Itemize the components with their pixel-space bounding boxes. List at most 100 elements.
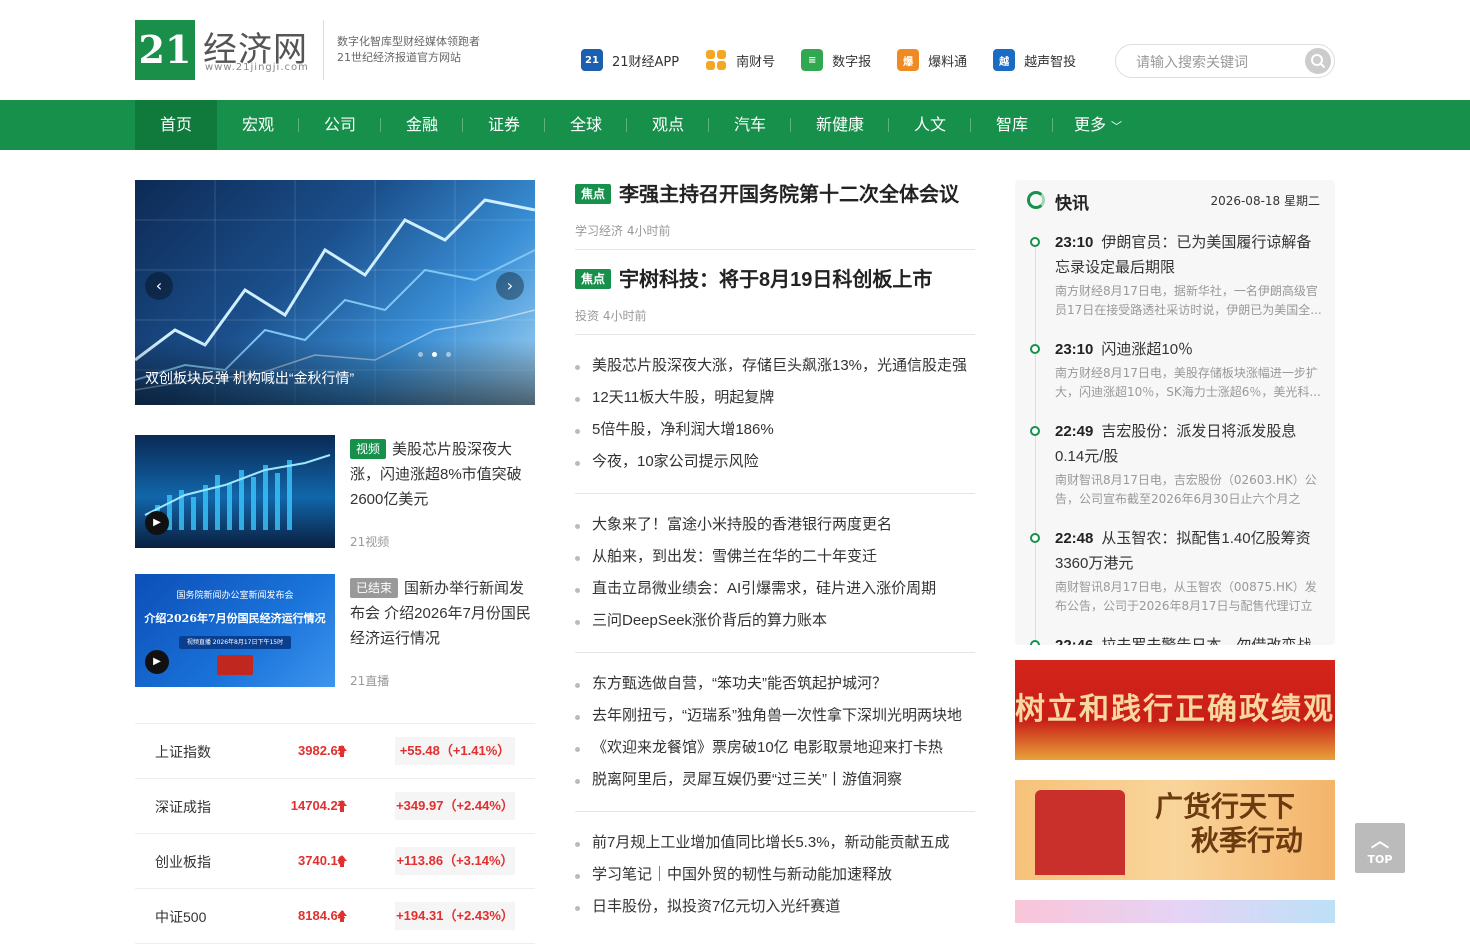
flash-item-title[interactable]: 伊朗官员：已为美国履行谅解备忘录设定最后期限 bbox=[1055, 234, 1311, 276]
nav-item-health[interactable]: 新健康 bbox=[791, 100, 889, 150]
nav-item-culture[interactable]: 人文 bbox=[889, 100, 971, 150]
flash-item[interactable]: 22:48 从玉智农：拟配售1.40亿股筹资3360万港元 南财智讯8月17日电，… bbox=[1015, 526, 1335, 641]
focus-tag: 焦点 bbox=[575, 269, 612, 289]
flash-item-title[interactable]: 闪迪涨超10％ bbox=[1101, 341, 1193, 358]
flash-title[interactable]: 快讯 bbox=[1055, 189, 1089, 214]
live-thumbnail[interactable]: 国务院新闻办公室新闻发布会 介绍2026年7月份国民经济运行情况 视频直播 20… bbox=[135, 574, 335, 687]
timeline-line bbox=[1035, 540, 1036, 641]
nav-item-global[interactable]: 全球 bbox=[545, 100, 627, 150]
nav-item-auto[interactable]: 汽车 bbox=[709, 100, 791, 150]
headline-2[interactable]: 焦点 宇树科技：将于8月19日科创板上市 投资 4小时前 bbox=[575, 265, 975, 324]
headline-title[interactable]: 宇树科技：将于8月19日科创板上市 bbox=[619, 269, 932, 291]
quicklink-21app[interactable]: 21 21财经APP bbox=[581, 49, 679, 71]
search-button[interactable] bbox=[1305, 48, 1331, 74]
hero-carousel[interactable]: ‹ › 双创板块反弹 机构喊出“金秋行情” bbox=[135, 180, 535, 405]
carousel-caption[interactable]: 双创板块反弹 机构喊出“金秋行情” bbox=[145, 368, 354, 388]
video-thumbnail[interactable]: ▶ bbox=[135, 435, 335, 548]
top-label: TOP bbox=[1367, 853, 1393, 866]
nav-item-securities[interactable]: 证券 bbox=[463, 100, 545, 150]
banner-guanghuo[interactable]: 广货行天下 秋季行动 bbox=[1015, 780, 1335, 880]
media-title[interactable]: 已结束 国新办举行新闻发布会 介绍2026年7月份国民经济运行情况 bbox=[350, 576, 535, 651]
nav-label: 观点 bbox=[651, 115, 684, 134]
index-row[interactable]: 中证500 8184.64 +194.31（+2.43%） bbox=[135, 889, 535, 944]
banner-third[interactable] bbox=[1015, 900, 1335, 923]
news-item[interactable]: 《欢迎来龙餐馆》票房破10亿 电影取景地迎来打卡热 bbox=[575, 732, 975, 764]
carousel-dot[interactable] bbox=[432, 352, 437, 357]
market-index-table: 上证指数 3982.65 +55.48（+1.41%） 深证成指 14704.2… bbox=[135, 723, 535, 944]
news-item[interactable]: 5倍牛股，净利润大增186% bbox=[575, 414, 975, 446]
quicklink-nancaihao[interactable]: 南财号 bbox=[705, 49, 775, 71]
flash-item-title[interactable]: 拉夫罗夫警告日本，勿借改变战后秩序 bbox=[1055, 637, 1311, 645]
index-value: 3740.16 bbox=[298, 853, 345, 868]
headline-1[interactable]: 焦点 李强主持召开国务院第十二次全体会议 学习经济 4小时前 bbox=[575, 180, 975, 239]
nav-label: 更多 bbox=[1073, 115, 1106, 134]
timeline-dot bbox=[1030, 533, 1040, 543]
flash-time: 22:49 bbox=[1055, 423, 1094, 440]
quicklink-baoliao[interactable]: 爆 爆料通 bbox=[897, 49, 967, 71]
news-item[interactable]: 学习笔记｜中国外贸的韧性与新动能加速释放 bbox=[575, 859, 975, 891]
news-item[interactable]: 美股芯片股深夜大涨，存储巨头飙涨13%，光通信股走强 bbox=[575, 350, 975, 382]
flash-item[interactable]: 23:10 闪迪涨超10％ 南方财经8月17日电，美股存储板块涨幅进一步扩大，闪迪… bbox=[1015, 337, 1335, 427]
index-change: +194.31（+2.43%） bbox=[395, 902, 515, 930]
news-item[interactable]: 前7月规上工业增加值同比增长5.3%，新动能贡献五成 bbox=[575, 827, 975, 859]
flash-item[interactable]: 22:46拉夫罗夫警告日本，勿借改变战后秩序 bbox=[1015, 633, 1335, 645]
nav-item-thinktank[interactable]: 智库 bbox=[971, 100, 1053, 150]
flash-item[interactable]: 22:49 吉宏股份：派发日将派发股息0.14元/股 南财智讯8月17日电，吉宏股… bbox=[1015, 419, 1335, 534]
news-item[interactable]: 直击立昂微业绩会：AI引爆需求，硅片进入涨价周期 bbox=[575, 573, 975, 605]
focus-tag: 焦点 bbox=[575, 184, 612, 204]
news-item[interactable]: 日丰股份，拟投资7亿元切入光纤赛道 bbox=[575, 891, 975, 923]
media-source: 21视频 bbox=[350, 535, 390, 549]
carousel-dot[interactable] bbox=[418, 352, 423, 357]
timeline-dot bbox=[1030, 640, 1040, 645]
up-arrow-icon bbox=[337, 745, 347, 757]
nav-item-opinion[interactable]: 观点 bbox=[627, 100, 709, 150]
21-app-icon: 21 bbox=[581, 49, 603, 71]
quicklink-label: 爆料通 bbox=[928, 54, 968, 70]
carousel-dot[interactable] bbox=[446, 352, 451, 357]
back-to-top-button[interactable]: ︿ TOP bbox=[1355, 823, 1405, 873]
flash-item[interactable]: 23:10 伊朗官员：已为美国履行谅解备忘录设定最后期限 南方财经8月17日电，据… bbox=[1015, 230, 1335, 345]
nav-item-company[interactable]: 公司 bbox=[299, 100, 381, 150]
nav-item-macro[interactable]: 宏观 bbox=[217, 100, 299, 150]
index-row[interactable]: 创业板指 3740.16 +113.86（+3.14%） bbox=[135, 834, 535, 889]
ended-tag: 已结束 bbox=[350, 578, 399, 598]
news-item[interactable]: 东方甄选做自营，“笨功夫”能否筑起护城河？ bbox=[575, 668, 975, 700]
nav-item-home[interactable]: 首页 bbox=[135, 100, 217, 150]
nav-item-more[interactable]: 更多 ﹀ bbox=[1053, 100, 1143, 150]
flash-list: 23:10 伊朗官员：已为美国履行谅解备忘录设定最后期限 南方财经8月17日电，据… bbox=[1015, 230, 1335, 645]
media-title[interactable]: 视频 美股芯片股深夜大涨，闪迪涨超8%市值突破2600亿美元 bbox=[350, 437, 535, 512]
quicklink-label: 数字报 bbox=[832, 54, 872, 70]
divider bbox=[575, 249, 975, 250]
flash-item-title[interactable]: 从玉智农：拟配售1.40亿股筹资3360万港元 bbox=[1055, 530, 1311, 572]
headline-title[interactable]: 李强主持召开国务院第十二次全体会议 bbox=[619, 184, 959, 206]
banner-political[interactable]: 树立和践行正确政绩观 bbox=[1015, 660, 1335, 760]
flash-time: 23:10 bbox=[1055, 341, 1094, 358]
search-input[interactable] bbox=[1136, 52, 1296, 72]
banner-line-2: 秋季行动 bbox=[1191, 824, 1304, 857]
nav-label: 证券 bbox=[487, 115, 520, 134]
news-list-1: 美股芯片股深夜大涨，存储巨头飙涨13%，光通信股走强 12天11板大牛股，明起复… bbox=[575, 350, 975, 478]
news-item[interactable]: 今夜，10家公司提示风险 bbox=[575, 446, 975, 478]
quicklink-yuesheng[interactable]: 越 越声智投 bbox=[993, 49, 1076, 71]
news-item[interactable]: 大象来了！富途小米持股的香港银行两度更名 bbox=[575, 509, 975, 541]
media-item-video[interactable]: ▶ 视频 美股芯片股深夜大涨，闪迪涨超8%市值突破2600亿美元 21视频 bbox=[135, 435, 535, 549]
slogan-line-1: 数字化智库型财经媒体领跑者 bbox=[337, 35, 480, 48]
flash-date: 2026-08-18 星期二 bbox=[1210, 194, 1320, 208]
index-row[interactable]: 上证指数 3982.65 +55.48（+1.41%） bbox=[135, 724, 535, 779]
logo-divider bbox=[323, 20, 324, 80]
index-row[interactable]: 深证成指 14704.27 +349.97（+2.44%） bbox=[135, 779, 535, 834]
quicklink-digital-paper[interactable]: ≡ 数字报 bbox=[801, 49, 871, 71]
news-item[interactable]: 12天11板大牛股，明起复牌 bbox=[575, 382, 975, 414]
news-item[interactable]: 去年刚扭亏，“迈瑞系”独角兽一次性拿下深圳光明两块地 bbox=[575, 700, 975, 732]
thumb-line-1: 国务院新闻办公室新闻发布会 bbox=[176, 591, 294, 601]
headline-meta: 学习经济 4小时前 bbox=[575, 224, 671, 238]
news-item[interactable]: 从舶来，到出发：雪佛兰在华的二十年变迁 bbox=[575, 541, 975, 573]
news-item[interactable]: 脱离阿里后，灵犀互娱仍要“过三关”丨游值洞察 bbox=[575, 764, 975, 796]
flash-header: 快讯 2026-08-18 星期二 bbox=[1015, 180, 1335, 220]
nav-item-finance[interactable]: 金融 bbox=[381, 100, 463, 150]
carousel-prev-button[interactable]: ‹ bbox=[145, 272, 173, 300]
site-logo[interactable]: 21 经济网 www.21jingji.com bbox=[135, 20, 310, 80]
media-item-live[interactable]: 国务院新闻办公室新闻发布会 介绍2026年7月份国民经济运行情况 视频直播 20… bbox=[135, 574, 535, 688]
news-item[interactable]: 三问DeepSeek涨价背后的算力账本 bbox=[575, 605, 975, 637]
carousel-next-button[interactable]: › bbox=[496, 272, 524, 300]
